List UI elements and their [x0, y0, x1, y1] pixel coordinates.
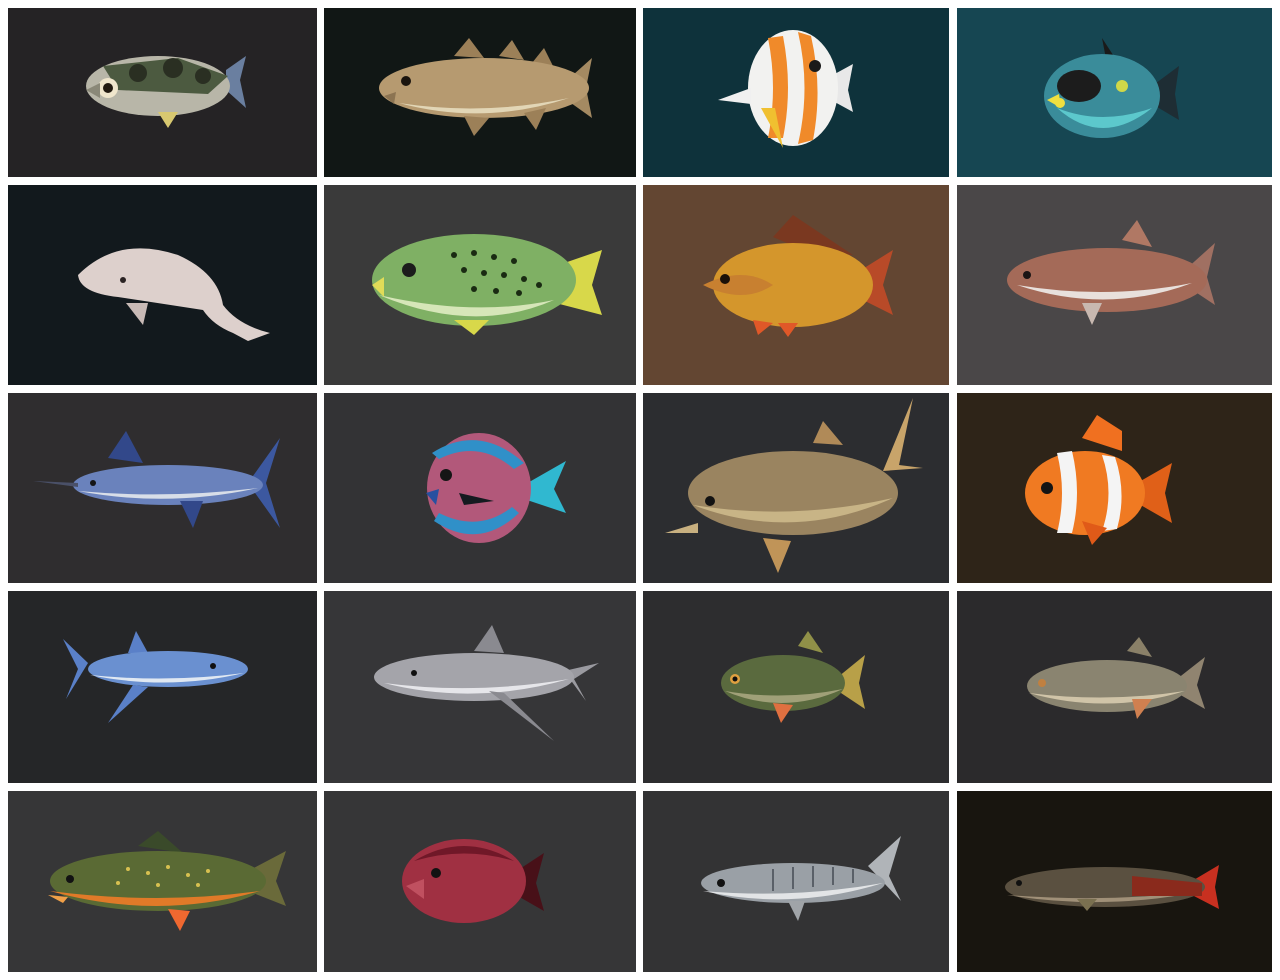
- tile-sweetlips: [324, 185, 636, 385]
- tile-roach-fish: [643, 591, 949, 783]
- arapaima-icon: [957, 791, 1272, 972]
- tile-archerfish: [8, 8, 317, 177]
- butterflyfish-icon: [643, 8, 949, 177]
- salmon-icon: [957, 185, 1272, 385]
- yellowtail-icon: [643, 393, 949, 583]
- tile-marlin: [8, 393, 317, 583]
- carp-icon: [643, 185, 949, 385]
- barracuda-icon: [643, 791, 949, 972]
- archerfish-icon: [8, 8, 317, 177]
- tile-carp: [643, 185, 949, 385]
- tile-bull-shark: [324, 591, 636, 783]
- tile-cod: [324, 8, 636, 177]
- triggerfish-icon: [957, 8, 1272, 177]
- marlin-icon: [8, 393, 317, 583]
- tile-grouper: [324, 791, 636, 972]
- tile-clownfish: [957, 393, 1272, 583]
- tile-salmon: [957, 185, 1272, 385]
- cod-icon: [324, 8, 636, 177]
- brook-trout-icon: [8, 791, 317, 972]
- bull-shark-icon: [324, 591, 636, 783]
- tile-barracuda: [643, 791, 949, 972]
- grass-carp-icon: [957, 591, 1272, 783]
- sweetlips-icon: [324, 185, 636, 385]
- tile-brook-trout: [8, 791, 317, 972]
- tile-sperm-whale: [8, 185, 317, 385]
- tile-yellowtail: [643, 393, 949, 583]
- surgeonfish-icon: [324, 393, 636, 583]
- tile-butterflyfish: [643, 8, 949, 177]
- grouper-icon: [324, 791, 636, 972]
- blue-shark-icon: [8, 591, 317, 783]
- tile-surgeonfish: [324, 393, 636, 583]
- sperm-whale-icon: [8, 185, 317, 385]
- roach-fish-icon: [643, 591, 949, 783]
- clownfish-icon: [957, 393, 1272, 583]
- tile-triggerfish: [957, 8, 1272, 177]
- tile-blue-shark: [8, 591, 317, 783]
- tile-arapaima: [957, 791, 1272, 972]
- tile-grass-carp: [957, 591, 1272, 783]
